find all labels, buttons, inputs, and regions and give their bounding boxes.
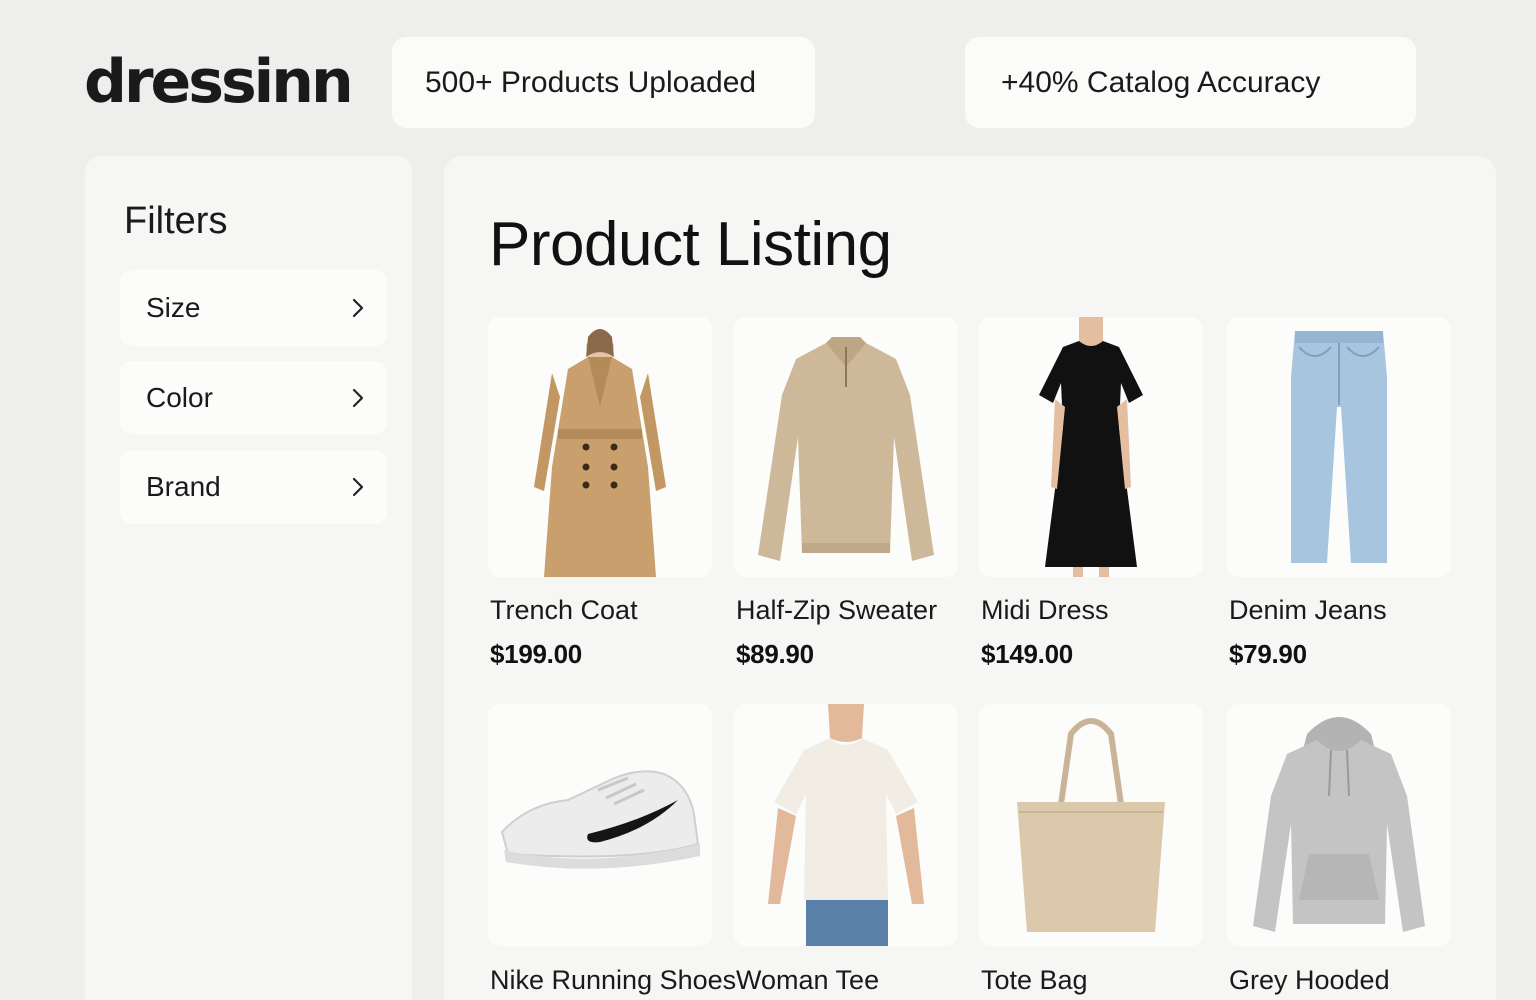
product-card-trench-coat[interactable]: Trench Coat $199.00 (488, 317, 712, 670)
page-title: Product Listing (489, 210, 892, 279)
product-card-running-shoes[interactable]: Nike Running Shoes (488, 704, 736, 996)
filter-label: Color (146, 381, 213, 413)
product-name[interactable]: Tote Bag (979, 965, 1203, 996)
filter-brand[interactable]: Brand (120, 450, 387, 524)
grey-hoodie-image[interactable] (1227, 704, 1451, 946)
chevron-right-icon (352, 477, 364, 497)
product-price: $89.90 (736, 639, 814, 669)
half-zip-sweater-image[interactable] (734, 317, 958, 577)
stat-catalog-accuracy: +40% Catalog Accuracy (965, 37, 1416, 128)
running-shoes-image[interactable] (488, 704, 712, 946)
brand-logo[interactable]: dressinn (84, 52, 354, 112)
midi-dress-image[interactable] (979, 317, 1203, 577)
product-card-midi-dress[interactable]: Midi Dress $149.00 (979, 317, 1203, 670)
page: dressinn 500+ Products Uploaded +40% Cat… (0, 0, 1536, 1000)
filter-color[interactable]: Color (120, 361, 387, 434)
denim-jeans-image[interactable] (1227, 317, 1451, 577)
product-name[interactable]: Grey Hooded (1227, 965, 1451, 996)
product-name[interactable]: Midi Dress (979, 595, 1203, 626)
filters-title: Filters (124, 200, 228, 242)
product-card-half-zip-sweater[interactable]: Half-Zip Sweater $89.90 (734, 317, 958, 670)
product-price: $149.00 (981, 639, 1073, 669)
chevron-right-icon (352, 298, 364, 318)
product-price: $199.00 (490, 639, 582, 669)
product-name[interactable]: Nike Running Shoes (488, 965, 736, 996)
filter-label: Size (146, 292, 201, 323)
product-card-grey-hoodie[interactable]: Grey Hooded (1227, 704, 1451, 996)
product-name[interactable]: Trench Coat (488, 595, 712, 626)
filter-label: Brand (146, 471, 221, 502)
chevron-right-icon (352, 388, 364, 407)
filters-panel: Filters Size Color Brand (85, 156, 412, 1000)
stat-products-uploaded: 500+ Products Uploaded (392, 37, 815, 128)
product-listing-panel: Product Listing Trench Coat $199.00 Half… (444, 156, 1496, 1000)
tote-bag-image[interactable] (979, 704, 1203, 946)
trench-coat-image[interactable] (488, 317, 712, 577)
filter-size[interactable]: Size (120, 270, 387, 346)
product-name[interactable]: Woman Tee (734, 965, 958, 996)
product-name[interactable]: Denim Jeans (1227, 595, 1451, 626)
product-card-woman-tee[interactable]: Woman Tee (734, 704, 958, 996)
product-name[interactable]: Half-Zip Sweater (734, 595, 958, 626)
woman-tee-image[interactable] (734, 704, 958, 946)
product-card-tote-bag[interactable]: Tote Bag (979, 704, 1203, 996)
product-price: $79.90 (1229, 639, 1307, 669)
product-card-denim-jeans[interactable]: Denim Jeans $79.90 (1227, 317, 1451, 670)
